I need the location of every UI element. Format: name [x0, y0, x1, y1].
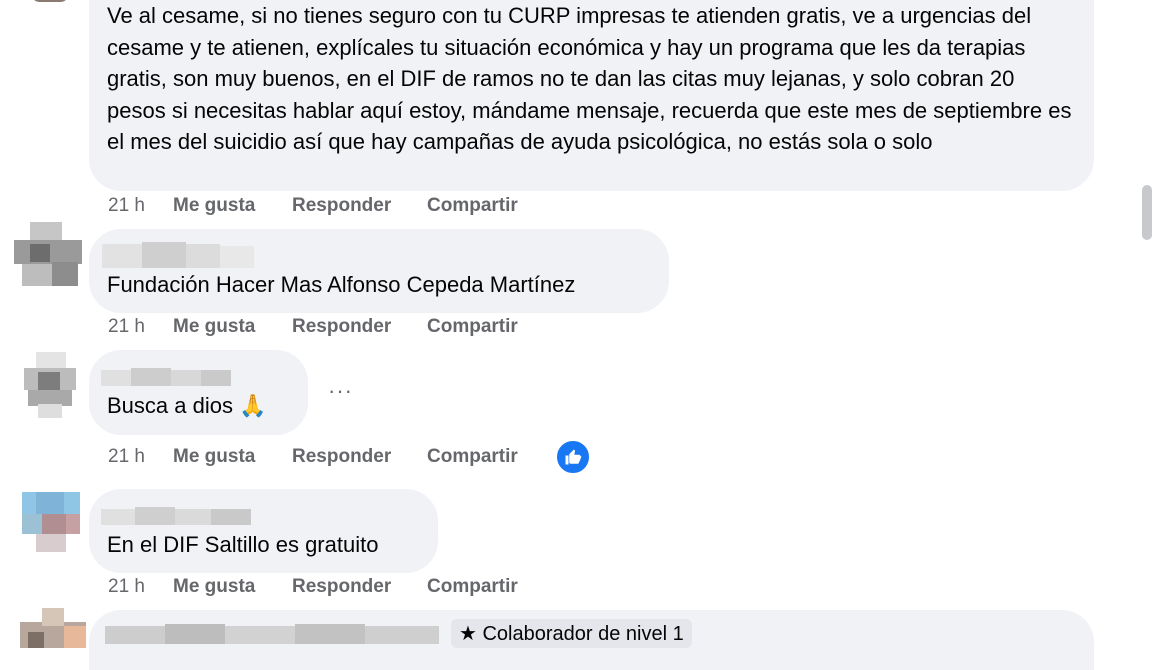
like-link[interactable]: Me gusta	[173, 195, 255, 217]
thumbs-up-glyph	[565, 449, 582, 465]
author-name-redacted[interactable]	[102, 240, 254, 270]
reply-link[interactable]: Responder	[292, 316, 391, 338]
author-name-redacted[interactable]	[101, 368, 231, 388]
share-link[interactable]: Compartir	[427, 446, 518, 468]
comment-text: Busca a dios 🙏	[107, 393, 267, 418]
author-name-redacted[interactable]	[105, 624, 439, 646]
comment-text: En el DIF Saltillo es gratuito	[107, 532, 379, 557]
author-name-redacted[interactable]	[101, 507, 251, 527]
comment-time[interactable]: 21 h	[108, 195, 145, 217]
like-link[interactable]: Me gusta	[173, 316, 255, 338]
scrollbar-thumb[interactable]	[1142, 185, 1152, 240]
reply-link[interactable]: Responder	[292, 446, 391, 468]
comment-time[interactable]: 21 h	[108, 576, 145, 598]
share-link[interactable]: Compartir	[427, 316, 518, 338]
avatar[interactable]	[22, 0, 78, 4]
thumbs-up-icon[interactable]	[555, 439, 591, 475]
comment-bubble: Ve al cesame, si no tienes seguro con tu…	[89, 0, 1094, 191]
more-options-icon[interactable]: ···	[328, 378, 353, 404]
reply-link[interactable]: Responder	[292, 576, 391, 598]
avatar[interactable]	[20, 608, 86, 648]
contributor-badge[interactable]: ★ Colaborador de nivel 1	[451, 619, 692, 648]
comment-bubble: Fundación Hacer Mas Alfonso Cepeda Martí…	[89, 229, 669, 313]
avatar[interactable]	[22, 352, 78, 418]
like-link[interactable]: Me gusta	[173, 576, 255, 598]
reply-link[interactable]: Responder	[292, 195, 391, 217]
avatar[interactable]	[14, 222, 82, 286]
avatar[interactable]	[22, 492, 80, 552]
share-link[interactable]: Compartir	[427, 195, 518, 217]
comment-text: Ve al cesame, si no tienes seguro con tu…	[107, 3, 1078, 154]
comment-time[interactable]: 21 h	[108, 446, 145, 468]
share-link[interactable]: Compartir	[427, 576, 518, 598]
comment-bubble: Busca a dios 🙏	[89, 350, 308, 435]
comment-time[interactable]: 21 h	[108, 316, 145, 338]
like-link[interactable]: Me gusta	[173, 446, 255, 468]
comment-bubble: En el DIF Saltillo es gratuito	[89, 489, 438, 573]
comment-text: Fundación Hacer Mas Alfonso Cepeda Martí…	[107, 272, 576, 297]
